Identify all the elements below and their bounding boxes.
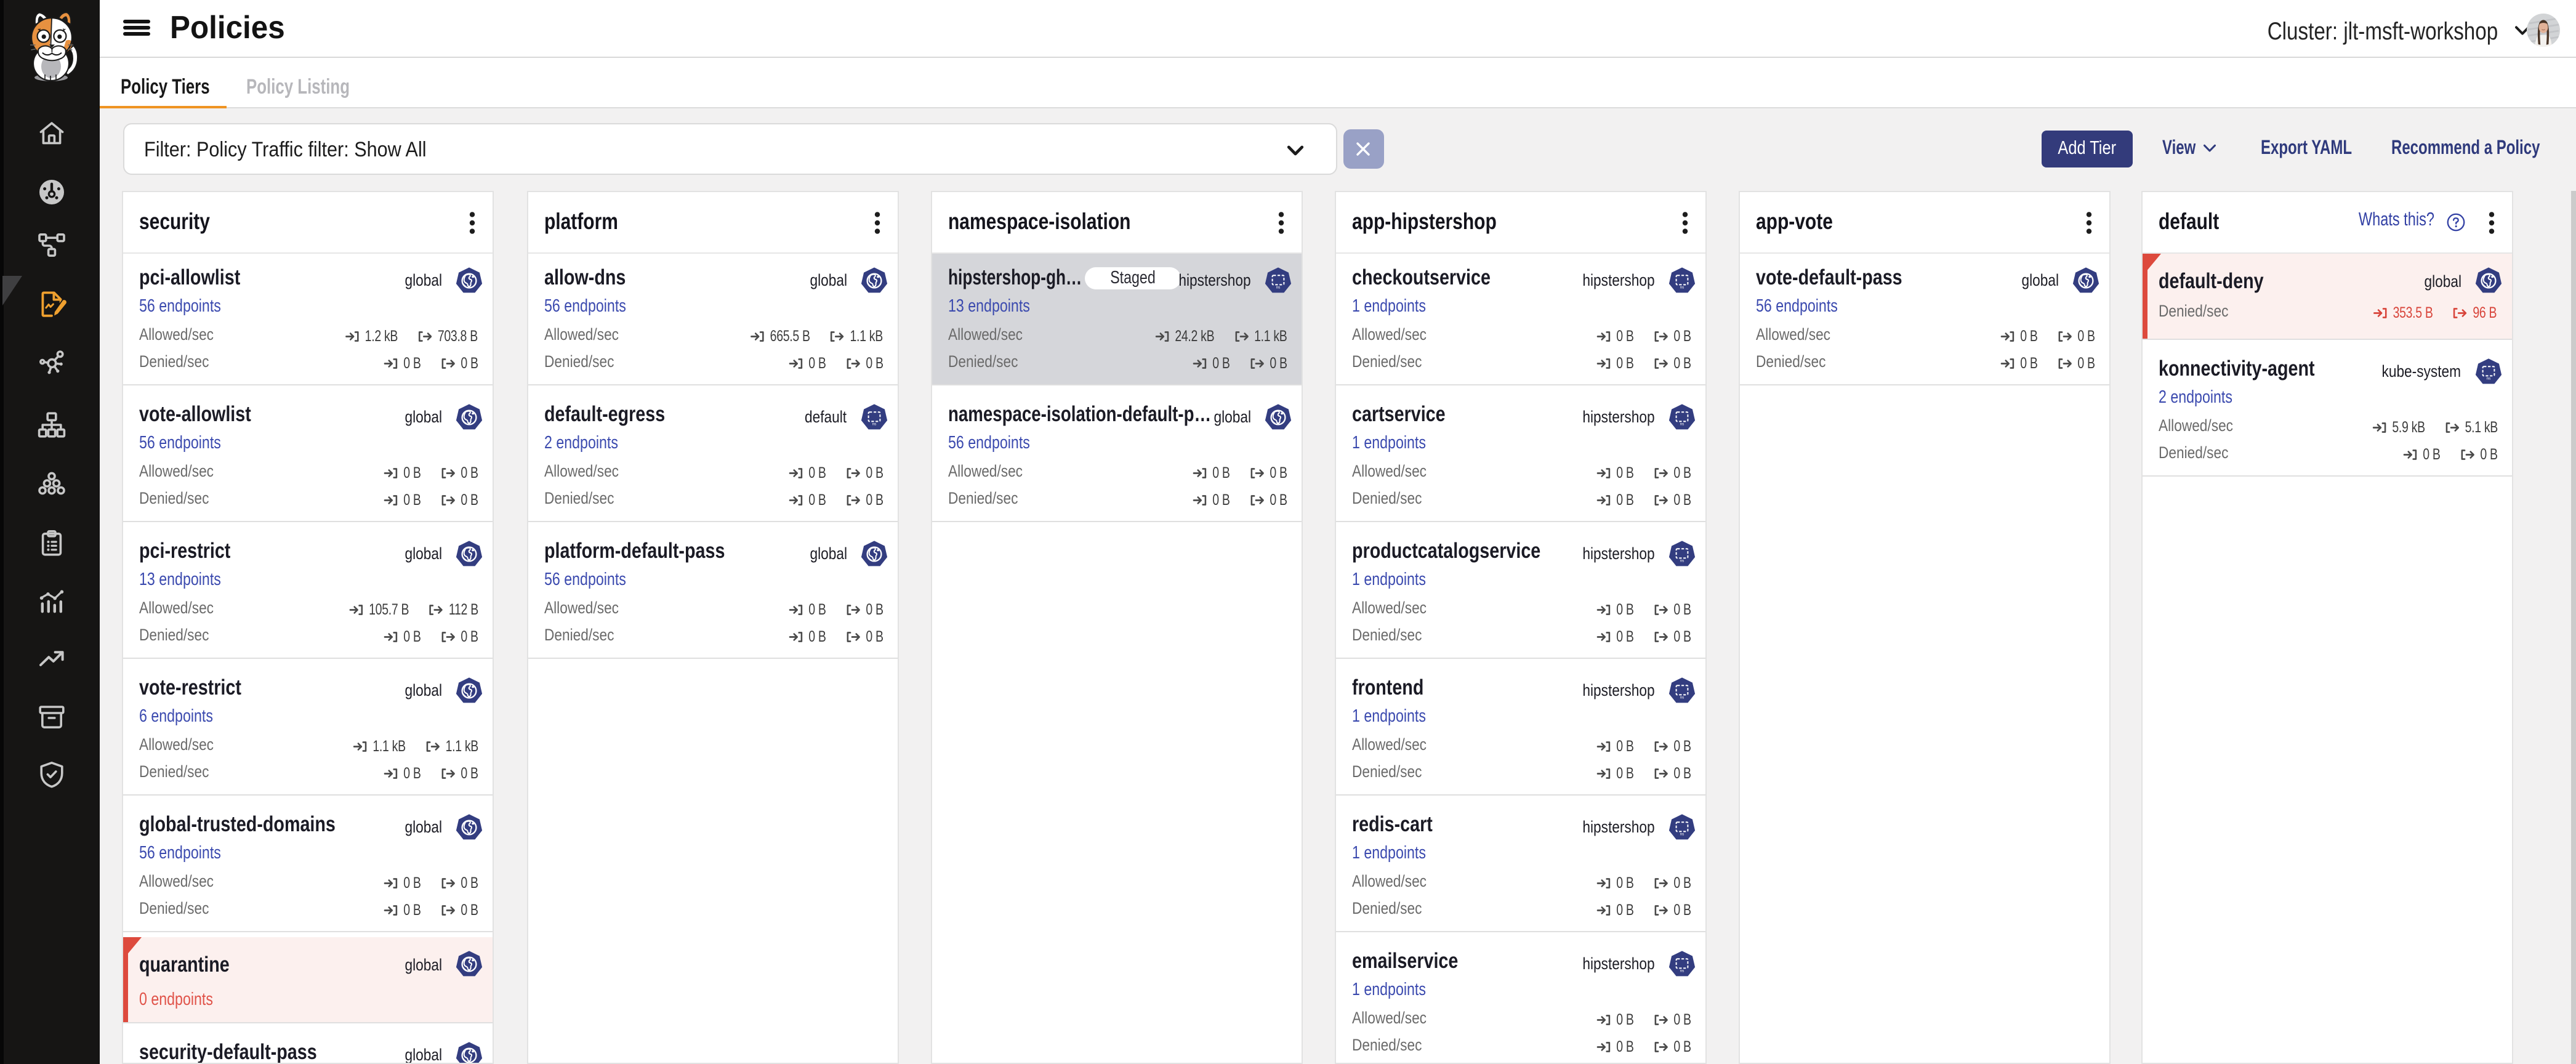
- svg-text:ns: ns: [1680, 832, 1684, 837]
- svg-text:ns: ns: [1680, 286, 1684, 290]
- svg-text:ns: ns: [2487, 377, 2491, 381]
- svg-text:ns: ns: [1680, 969, 1684, 973]
- svg-text:ns: ns: [1680, 696, 1684, 700]
- svg-text:ns: ns: [872, 422, 877, 427]
- svg-text:ns: ns: [1680, 422, 1684, 427]
- svg-text:ns: ns: [1680, 559, 1684, 563]
- svg-text:ns: ns: [1276, 286, 1281, 290]
